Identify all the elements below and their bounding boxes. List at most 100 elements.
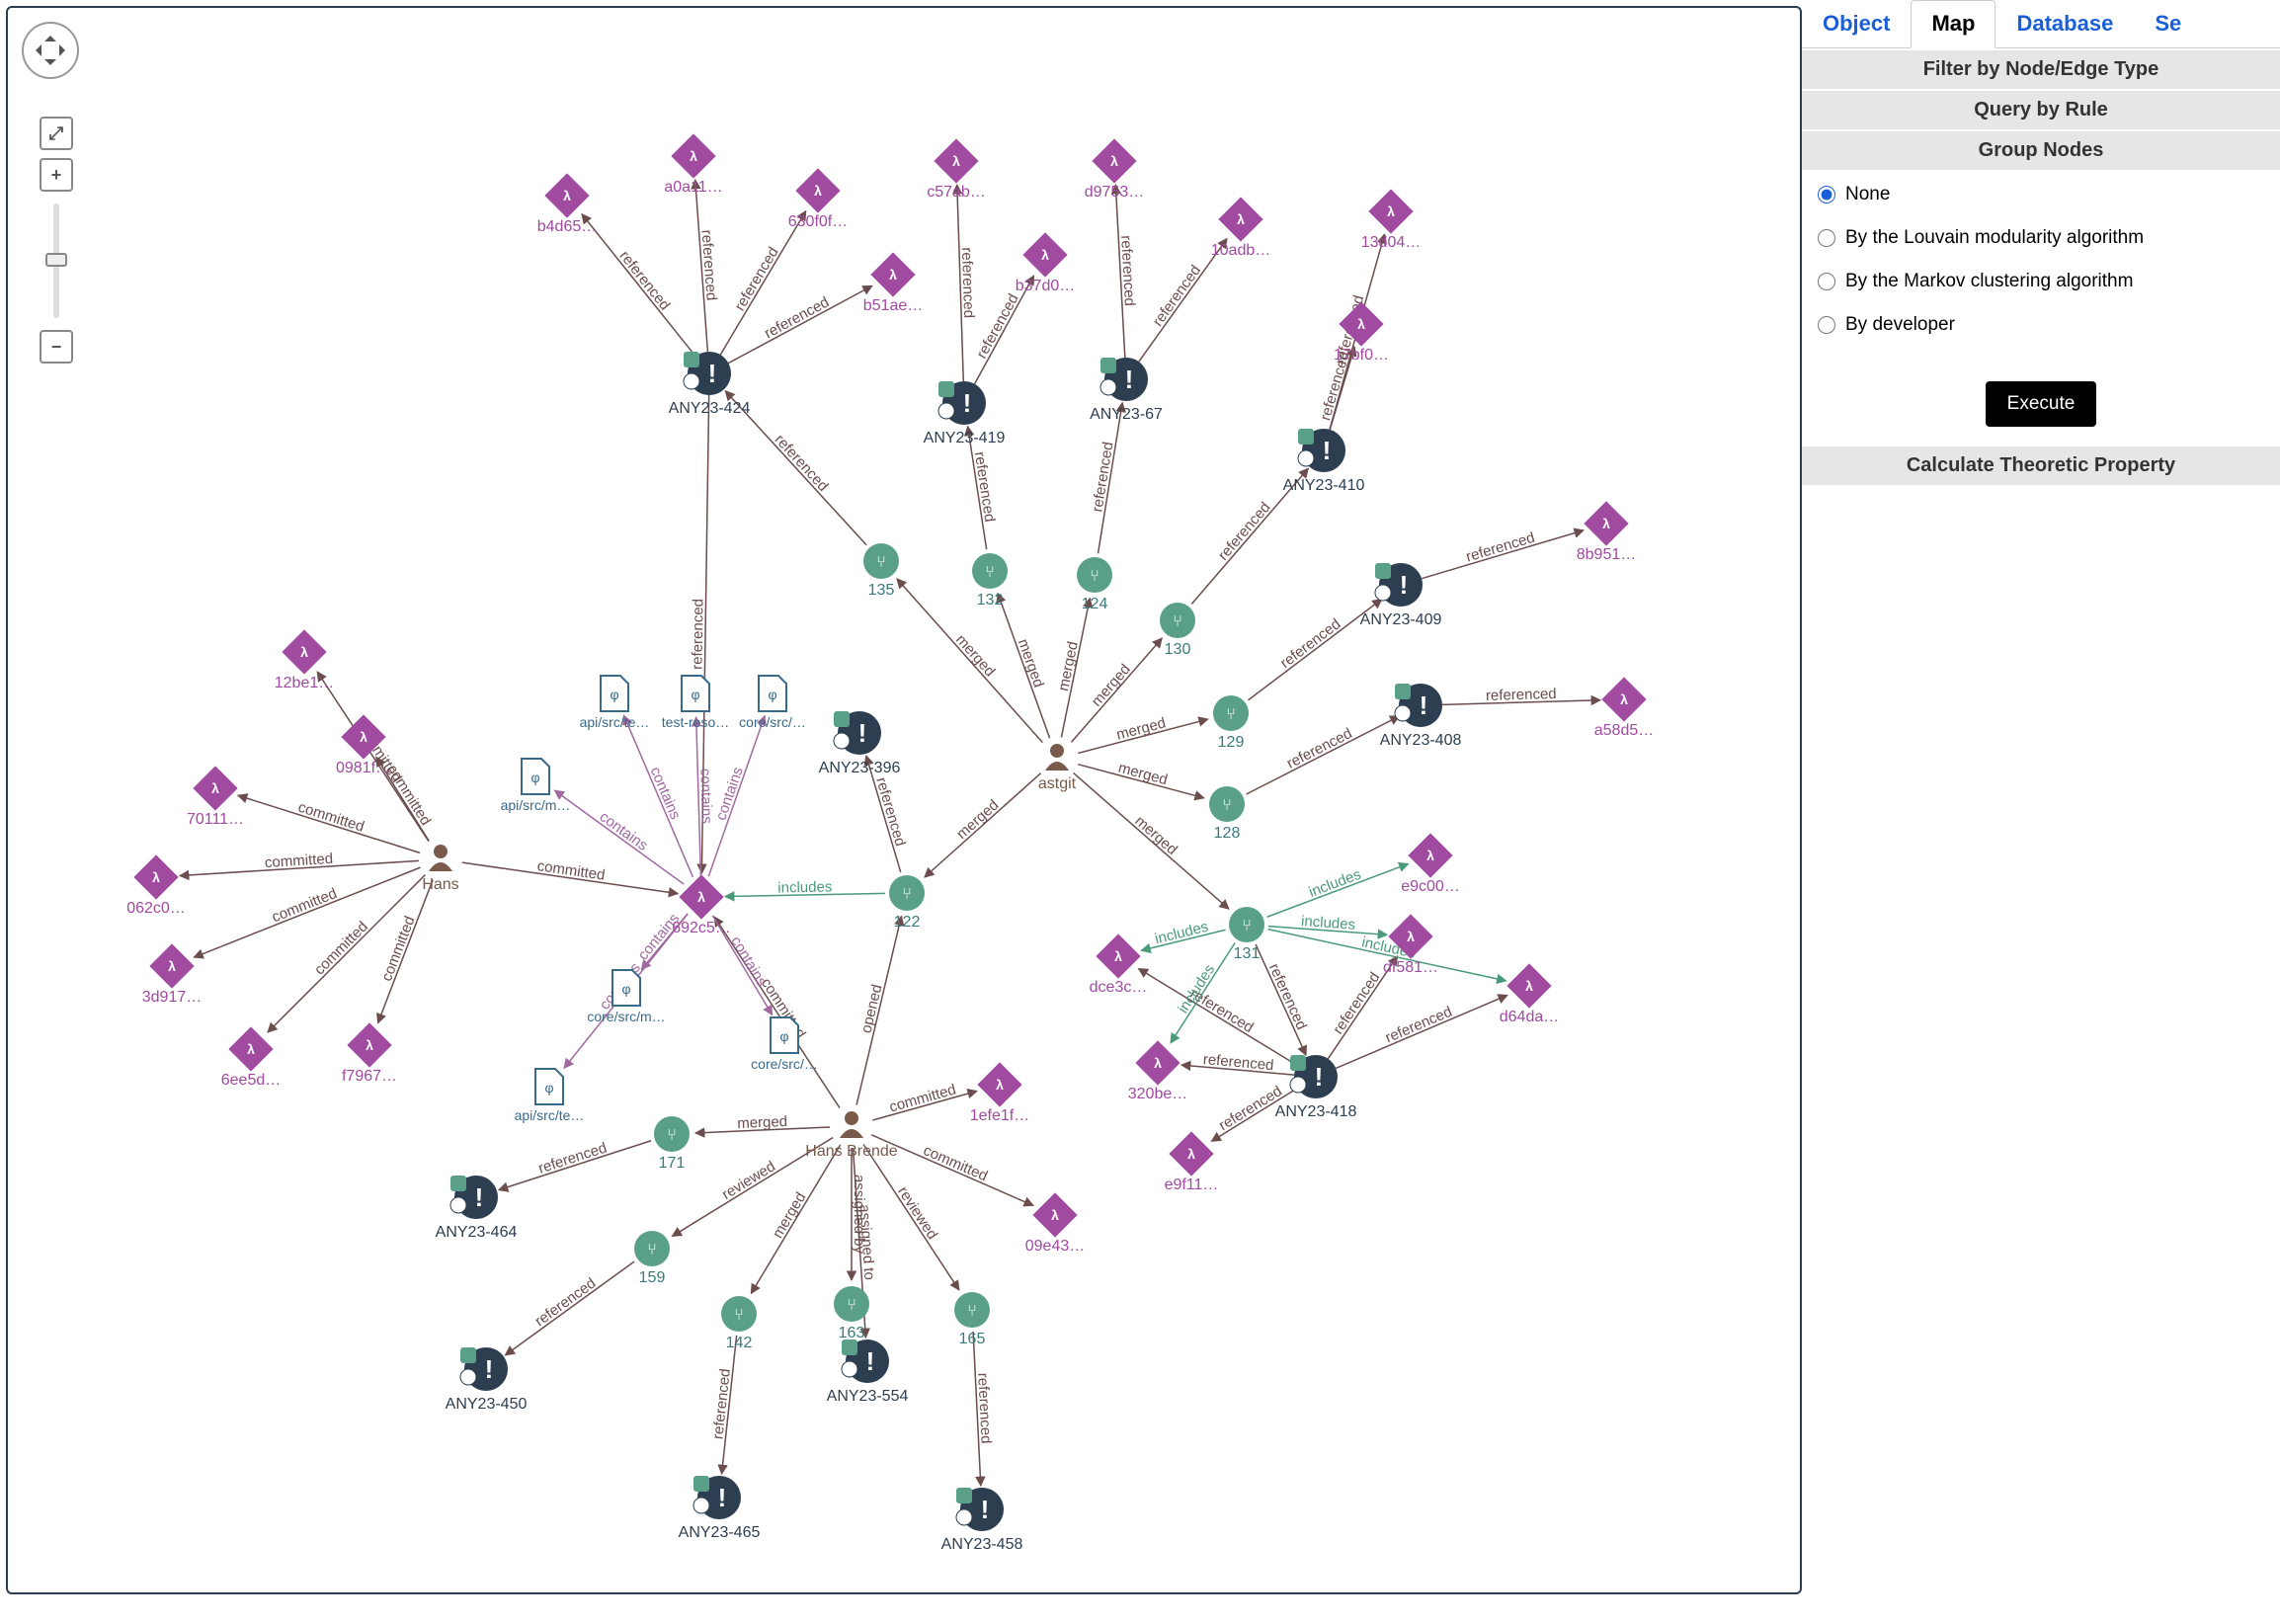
svg-text:λ: λ: [697, 889, 705, 905]
commit-node[interactable]: λ12be1…: [275, 629, 335, 691]
commit-node[interactable]: λ10adb…: [1211, 197, 1271, 259]
commit-node[interactable]: λb37d0…: [1016, 232, 1076, 294]
pr-node[interactable]: ⑂165: [954, 1292, 990, 1347]
tab-settings[interactable]: Se: [2134, 0, 2202, 47]
svg-text:λ: λ: [366, 1037, 373, 1053]
radio-louvain[interactable]: By the Louvain modularity algorithm: [1818, 227, 2264, 249]
commit-node[interactable]: λ8b951…: [1577, 501, 1637, 563]
file-node[interactable]: φcore/src/…: [739, 676, 806, 730]
commit-node[interactable]: λe9c00…: [1401, 833, 1460, 895]
svg-text:φ: φ: [544, 1080, 553, 1096]
tab-database[interactable]: Database: [1995, 0, 2134, 47]
person-node[interactable]: astgit: [1038, 744, 1077, 792]
edge-label: committed: [378, 914, 419, 984]
commit-node[interactable]: λd9753…: [1085, 138, 1145, 201]
commit-node[interactable]: λa58d5…: [1594, 677, 1655, 739]
execute-button[interactable]: Execute: [1986, 381, 2097, 427]
graph-svg[interactable]: referenced referenced referenced referenced…: [8, 8, 1800, 1592]
pr-node[interactable]: ⑂135: [863, 543, 899, 599]
svg-text:⑂: ⑂: [647, 1242, 657, 1259]
edge-label: referenced: [1089, 441, 1116, 514]
pan-compass[interactable]: [22, 22, 79, 79]
commit-node[interactable]: λd64da…: [1500, 963, 1560, 1025]
file-node[interactable]: φ test-reso…: [662, 676, 729, 730]
pr-node[interactable]: ⑂163: [834, 1286, 869, 1341]
edge-label: referenced: [536, 1139, 609, 1177]
group-nodes-options: None By the Louvain modularity algorithm…: [1802, 170, 2280, 371]
commit-node[interactable]: λdce3c…: [1090, 934, 1148, 996]
issue-node[interactable]: !ANY23-450: [446, 1347, 528, 1413]
issue-node[interactable]: !ANY23-410: [1283, 429, 1365, 494]
svg-text:φ: φ: [691, 687, 699, 702]
edge-label: includes: [1307, 866, 1364, 901]
issue-node[interactable]: !ANY23-396: [819, 711, 901, 776]
svg-text:λ: λ: [1041, 247, 1049, 263]
tabs: Object Map Database Se: [1802, 0, 2280, 48]
svg-text:φ: φ: [610, 687, 618, 702]
pr-node[interactable]: ⑂132: [972, 553, 1008, 609]
issue-node[interactable]: !ANY23-67: [1090, 358, 1163, 423]
pr-node[interactable]: ⑂130: [1160, 603, 1195, 658]
radio-developer[interactable]: By developer: [1818, 314, 2264, 336]
person-node[interactable]: Hans: [422, 845, 458, 893]
radio-markov[interactable]: By the Markov clustering algorithm: [1818, 271, 2264, 292]
issue-node[interactable]: !ANY23-554: [827, 1340, 909, 1405]
commit-node[interactable]: λb4d65…: [537, 173, 598, 235]
person-node[interactable]: Hans Brende: [805, 1111, 897, 1160]
radio-none[interactable]: None: [1818, 184, 2264, 205]
commit-node[interactable]: λb51ae…: [863, 252, 924, 314]
file-node[interactable]: φapi/src/m…: [501, 759, 571, 813]
commit-node[interactable]: λ70111…: [187, 766, 244, 828]
pr-node[interactable]: ⑂124: [1077, 557, 1112, 612]
panel-filter-header[interactable]: Filter by Node/Edge Type: [1802, 50, 2280, 89]
issue-node[interactable]: !ANY23-458: [941, 1488, 1023, 1553]
pr-node[interactable]: ⑂128: [1209, 786, 1245, 842]
issue-node[interactable]: !ANY23-409: [1360, 563, 1442, 628]
pr-node[interactable]: ⑂159: [634, 1231, 670, 1286]
panel-calc-header[interactable]: Calculate Theoretic Property: [1802, 447, 2280, 485]
commit-label: 692c5…: [672, 920, 731, 936]
commit-node[interactable]: λ6ee5d…: [221, 1026, 282, 1089]
commit-node[interactable]: λa0a11…: [664, 133, 722, 196]
panel-query-header[interactable]: Query by Rule: [1802, 91, 2280, 129]
commit-node[interactable]: λ 692c5…: [672, 874, 731, 936]
commit-node[interactable]: λ630f0f…: [788, 168, 848, 230]
file-label: test-reso…: [662, 714, 729, 730]
tab-map[interactable]: Map: [1911, 0, 1995, 48]
zoom-in-button[interactable]: +: [40, 158, 73, 192]
graph-canvas[interactable]: ⤢ + − referencedreferencedreferencedrefe…: [6, 6, 1802, 1594]
tab-object[interactable]: Object: [1802, 0, 1911, 47]
pr-node[interactable]: ⑂171: [654, 1116, 690, 1172]
commit-node[interactable]: λf7967…: [342, 1022, 397, 1085]
pr-node[interactable]: ⑂122: [889, 875, 925, 931]
commit-node[interactable]: λ3d917…: [142, 943, 203, 1006]
commit-node[interactable]: λ062c0…: [126, 854, 186, 917]
commit-node[interactable]: λ13d04…: [1361, 189, 1422, 251]
issue-node[interactable]: !ANY23-424: [669, 352, 751, 417]
pr-node[interactable]: ⑂131: [1229, 907, 1264, 962]
commit-node[interactable]: λ320be…: [1128, 1040, 1188, 1102]
file-label: core/src/…: [739, 714, 806, 730]
issue-node[interactable]: !ANY23-464: [436, 1176, 518, 1241]
panel-group-header[interactable]: Group Nodes: [1802, 131, 2280, 170]
edge-label: referenced: [971, 450, 999, 523]
commit-node[interactable]: λe9f11…: [1165, 1131, 1219, 1193]
person-label: astgit: [1038, 775, 1077, 792]
issue-node[interactable]: !ANY23-419: [924, 381, 1006, 447]
file-node[interactable]: φapi/src/te…: [515, 1069, 585, 1123]
file-node[interactable]: φapi/src/te…: [580, 676, 650, 730]
svg-text:λ: λ: [300, 644, 308, 660]
file-node[interactable]: φcore/src/…: [751, 1017, 818, 1072]
edge-label: referenced: [974, 1372, 995, 1443]
fullscreen-button[interactable]: ⤢: [40, 117, 73, 150]
pr-node[interactable]: ⑂142: [721, 1296, 757, 1351]
commit-node[interactable]: λ09e43…: [1025, 1192, 1086, 1255]
file-node[interactable]: φcore/src/m…: [587, 970, 665, 1024]
pr-node[interactable]: ⑂129: [1213, 695, 1249, 751]
commit-node[interactable]: λ1efe1f…: [970, 1062, 1029, 1124]
issue-node[interactable]: !ANY23-465: [679, 1476, 761, 1541]
zoom-slider[interactable]: [53, 203, 59, 318]
zoom-out-button[interactable]: −: [40, 330, 73, 364]
issue-node[interactable]: !ANY23-408: [1380, 684, 1462, 749]
commit-node[interactable]: λc57ab…: [927, 138, 986, 201]
